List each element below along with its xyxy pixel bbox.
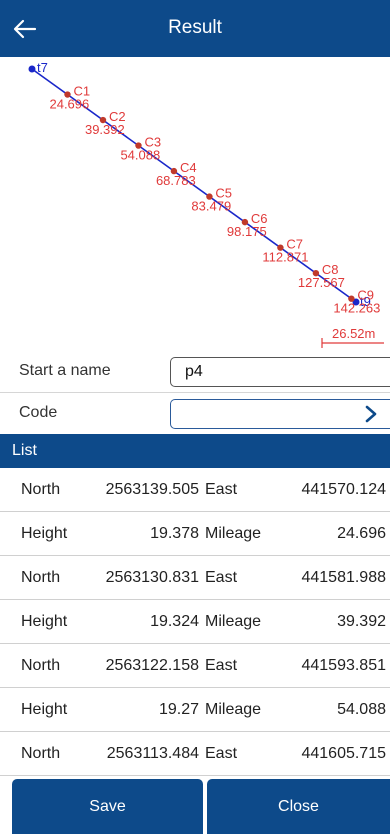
- row-value-1: 2563113.484: [106, 745, 199, 762]
- stake-point-mileage: 24.696: [49, 97, 89, 112]
- row-value-1: 2563139.505: [105, 481, 199, 498]
- row-key-2: East: [205, 657, 238, 674]
- row-key-1: Height: [21, 525, 68, 542]
- row-key-1: North: [21, 481, 61, 498]
- stake-point-mileage: 98.175: [227, 224, 267, 239]
- list-row: Height 19.324 Mileage 39.392: [0, 600, 390, 644]
- close-button[interactable]: Close: [207, 779, 390, 834]
- list-row: Height 19.27 Mileage 54.088: [0, 688, 390, 732]
- app-header: Result: [0, 0, 390, 57]
- row-value-1: 2563122.158: [105, 657, 199, 674]
- start-point-label: t7: [37, 60, 48, 75]
- row-value-2: 24.696: [337, 525, 386, 542]
- stake-point-mileage: 39.392: [85, 122, 125, 137]
- chevron-right-icon[interactable]: [364, 404, 378, 424]
- name-input[interactable]: p4: [170, 357, 390, 387]
- row-key-2: Mileage: [205, 613, 262, 630]
- name-row: Start a name p4: [0, 351, 390, 393]
- stake-point-mileage: 68.783: [156, 173, 196, 188]
- page-title: Result: [168, 17, 222, 38]
- row-value-1: 19.27: [158, 701, 199, 718]
- row-key-1: Height: [21, 701, 68, 718]
- stakeout-plot-canvas: t7t9C124.696C239.392C354.088C468.783C583…: [28, 60, 384, 348]
- row-value-1: 19.378: [150, 525, 199, 542]
- row-key-1: North: [21, 745, 61, 762]
- row-value-2: 39.392: [337, 613, 386, 630]
- row-key-2: East: [205, 745, 238, 762]
- list-header: List: [0, 434, 390, 468]
- stake-point-mileage: 112.871: [262, 250, 308, 265]
- save-button[interactable]: Save: [12, 779, 203, 834]
- row-value-2: 441581.988: [301, 569, 386, 586]
- row-key-1: North: [21, 569, 61, 586]
- row-key-2: Mileage: [205, 701, 262, 718]
- stakeout-plot: t7 t9 C1 24.696 C2 39.392 C3 54.088 C4 68.783 C5 83…: [0, 57, 390, 351]
- row-key-2: East: [205, 481, 238, 498]
- list-row: North 2563113.484 East 441605.715: [0, 732, 390, 776]
- list-row: North 2563122.158 East 441593.851: [0, 644, 390, 688]
- row-value-2: 54.088: [337, 701, 386, 718]
- scale-label: 26.52m: [332, 326, 375, 341]
- list-title: List: [12, 442, 37, 459]
- code-row: Code: [0, 393, 390, 435]
- stake-point-mileage: 127.567: [298, 275, 345, 290]
- stake-point-mileage: 83.479: [191, 199, 231, 214]
- name-value: p4: [185, 363, 203, 380]
- stake-point-mileage: 142.263: [333, 301, 380, 316]
- footer-bar: Save Close: [0, 779, 390, 834]
- stake-point-mileage: 54.088: [120, 148, 160, 163]
- row-key-2: Mileage: [205, 525, 262, 542]
- row-key-1: Height: [21, 613, 68, 630]
- list-row: Height 19.378 Mileage 24.696: [0, 512, 390, 556]
- row-value-1: 19.324: [150, 613, 199, 630]
- row-value-2: 441605.715: [301, 745, 386, 762]
- name-label: Start a name: [19, 362, 111, 379]
- list-row: North 2563130.831 East 441581.988: [0, 556, 390, 600]
- row-key-2: East: [205, 569, 238, 586]
- code-label: Code: [19, 404, 58, 421]
- code-select[interactable]: [170, 399, 390, 429]
- list-row: North 2563139.505 East 441570.124: [0, 468, 390, 512]
- row-value-2: 441570.124: [301, 481, 386, 498]
- row-value-2: 441593.851: [301, 657, 386, 674]
- result-list[interactable]: North 2563139.505 East 441570.124 Height…: [0, 468, 390, 776]
- start-point-marker: [28, 65, 36, 73]
- row-value-1: 2563130.831: [105, 569, 199, 586]
- row-key-1: North: [21, 657, 61, 674]
